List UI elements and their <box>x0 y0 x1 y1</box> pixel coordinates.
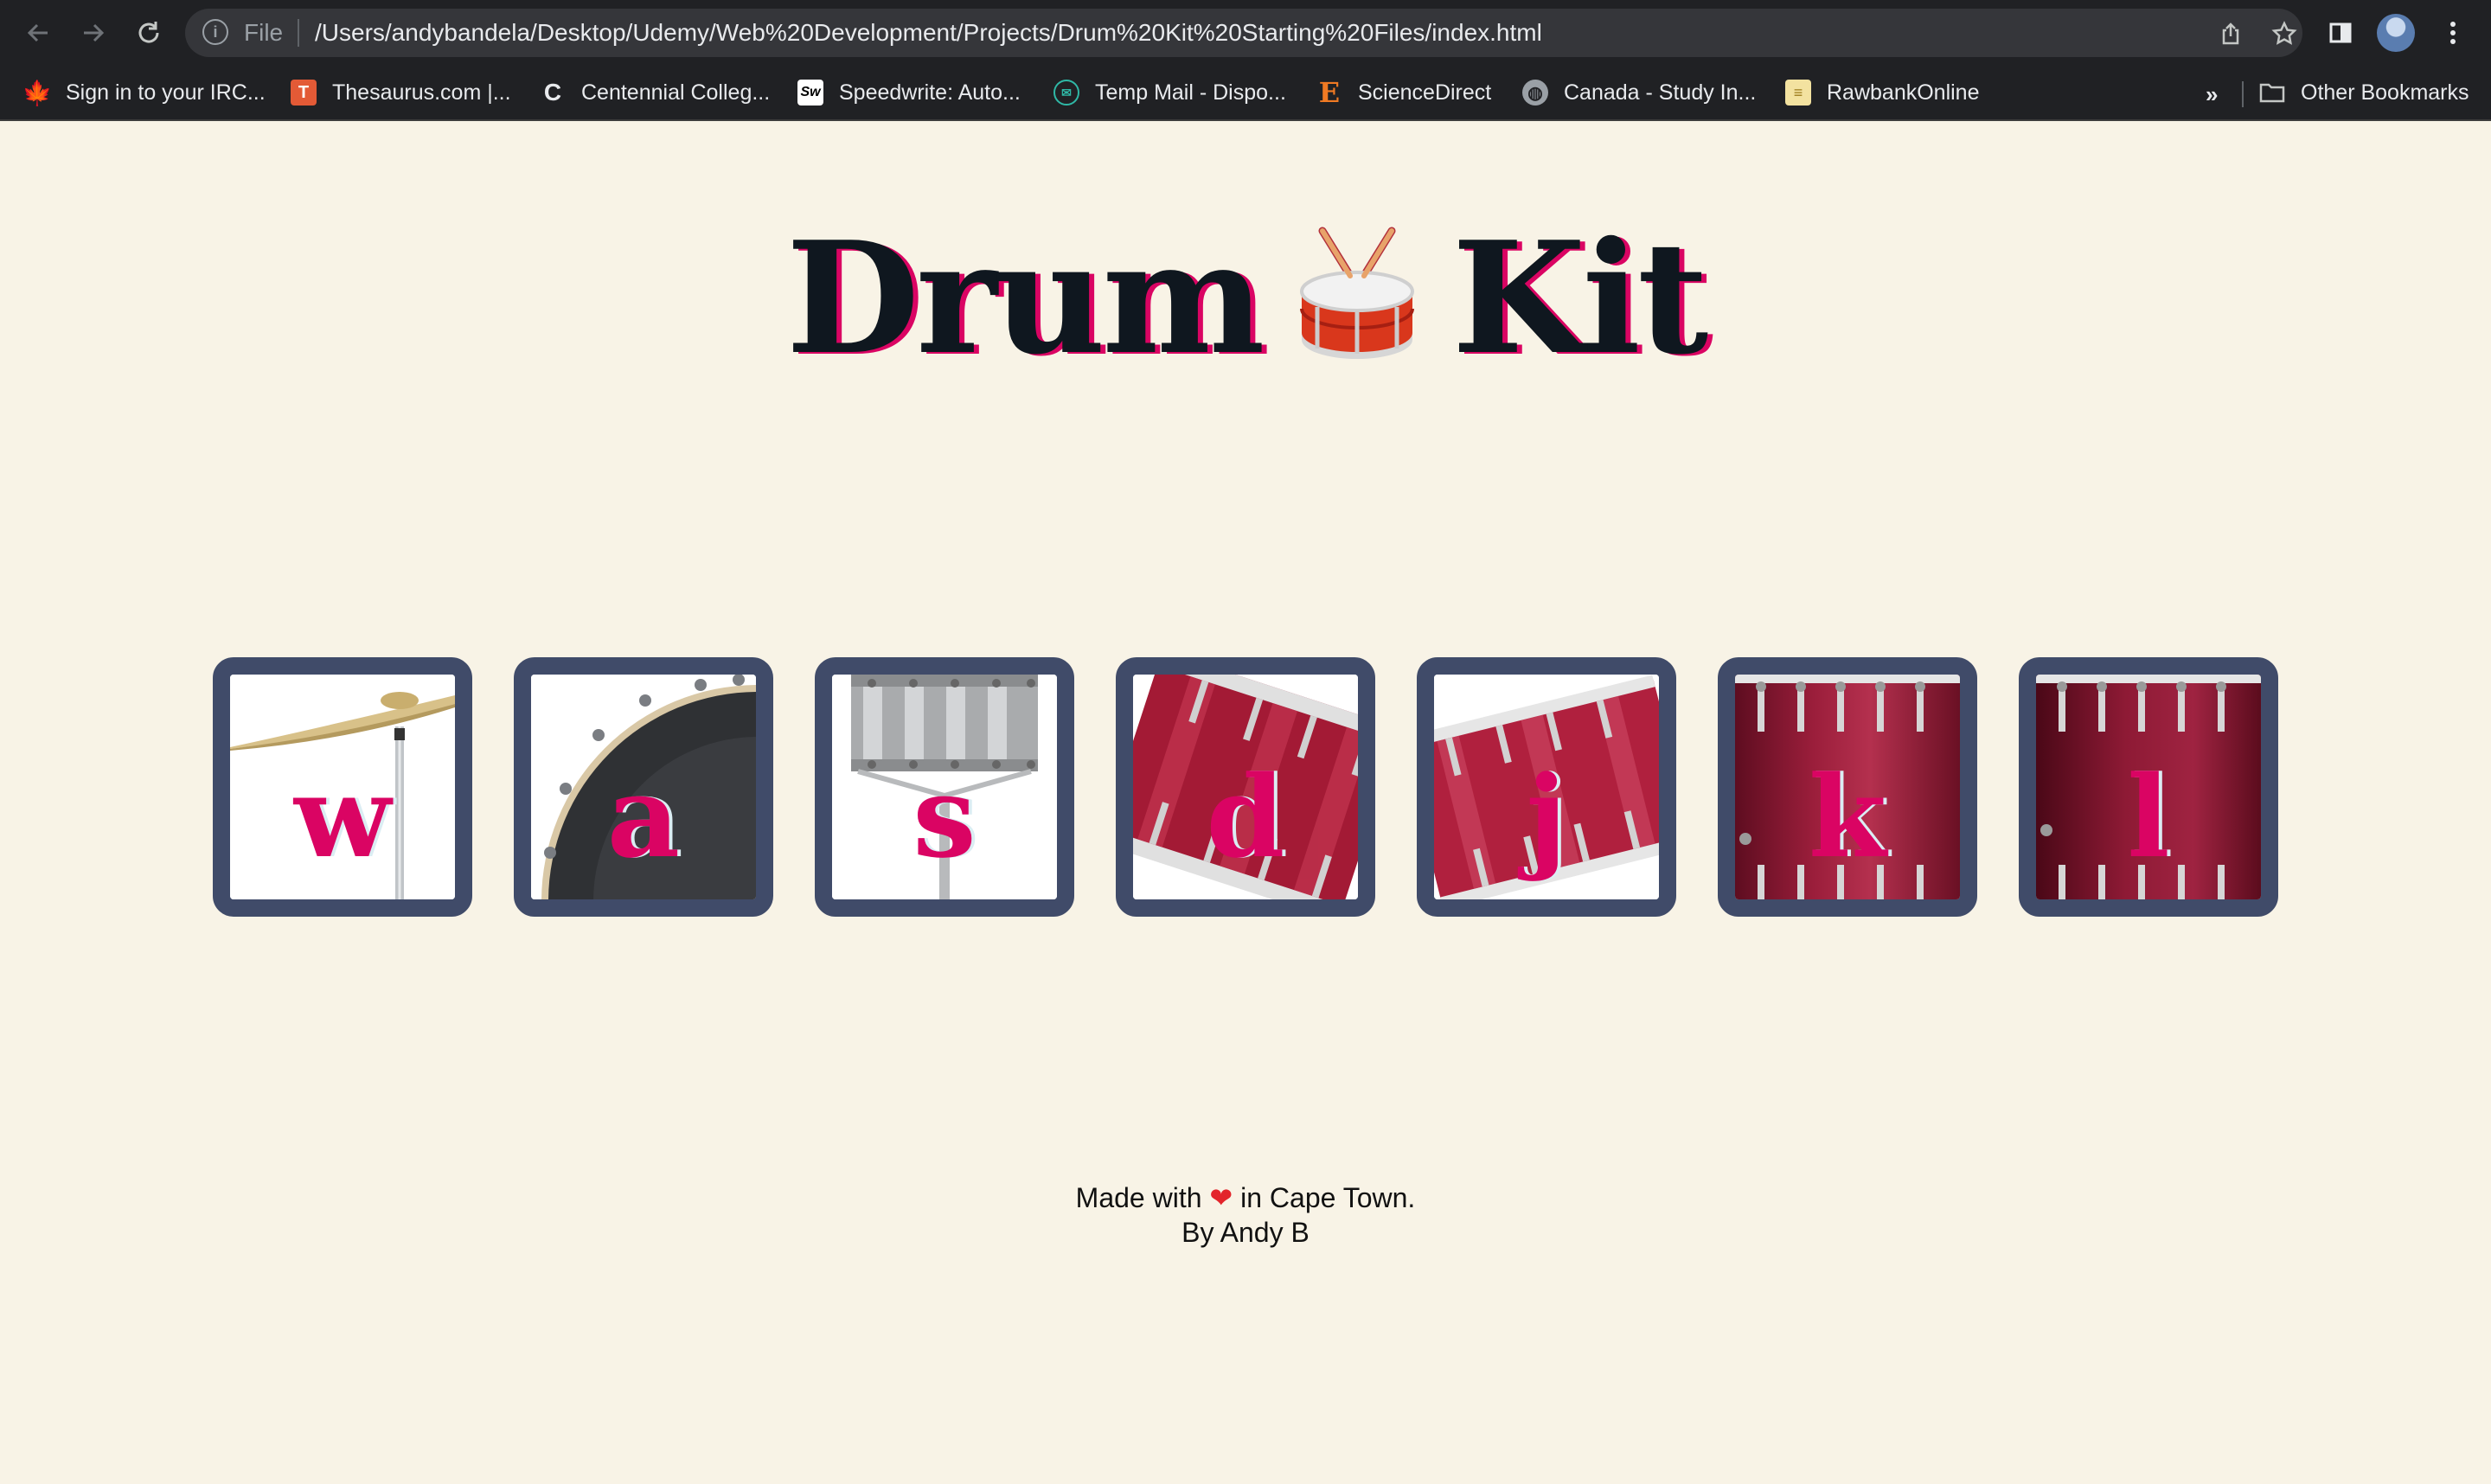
title-word-kit: Kit <box>1451 208 1709 388</box>
centennial-icon: C <box>543 79 562 106</box>
page-footer: Made with ❤ in Cape Town. By Andy B <box>0 1180 2491 1250</box>
speedwrite-icon: Sw <box>797 80 823 106</box>
back-arrow-icon <box>27 23 48 42</box>
drum-button-s[interactable]: s <box>815 657 1074 917</box>
url-separator <box>298 19 299 47</box>
bookmark-label: Centennial Colleg... <box>581 80 771 105</box>
share-icon[interactable] <box>2218 21 2244 47</box>
drum-key-label: j <box>1526 751 1567 883</box>
tempmail-icon: ✉ <box>1053 80 1079 106</box>
footer-line-1: Made with ❤ in Cape Town. <box>0 1180 2491 1215</box>
maple-leaf-icon: 🍁 <box>22 79 53 106</box>
bookmark-label: Thesaurus.com |... <box>332 80 511 105</box>
drum-key-label: s <box>913 751 977 883</box>
bookmarks-divider <box>2242 81 2244 107</box>
footer-made-with: Made with <box>1075 1182 1202 1213</box>
drum-icon <box>1297 221 1418 359</box>
bookmark-label: RawbankOnline <box>1827 80 1980 105</box>
drum-button-w[interactable]: w <box>213 657 472 917</box>
other-bookmarks-label: Other Bookmarks <box>2301 80 2469 105</box>
thesaurus-icon: T <box>291 80 317 106</box>
bookmark-item[interactable]: E ScienceDirect <box>1316 74 1491 111</box>
footer-location: in Cape Town. <box>1240 1182 1416 1213</box>
rawbank-icon: ≡ <box>1785 80 1811 106</box>
forward-button[interactable] <box>76 16 111 50</box>
bookmark-star-icon[interactable] <box>2271 21 2297 47</box>
back-button[interactable] <box>21 16 55 50</box>
bookmark-label: Temp Mail - Dispo... <box>1095 80 1286 105</box>
page-title: Drum Kit <box>0 212 2491 385</box>
drum-button-l[interactable]: l <box>2019 657 2278 917</box>
drum-button-d[interactable]: d <box>1116 657 1375 917</box>
bookmark-item[interactable]: Sw Speedwrite: Auto... <box>797 74 1021 111</box>
folder-icon <box>2259 80 2285 106</box>
url-scheme-label: File <box>244 19 284 46</box>
drum-button-k[interactable]: k <box>1718 657 1977 917</box>
reload-icon <box>138 22 159 43</box>
bookmark-item[interactable]: ◍ Canada - Study In... <box>1522 74 1756 111</box>
drum-set: w a s d j k l <box>0 657 2491 918</box>
bookmark-item[interactable]: ✉ Temp Mail - Dispo... <box>1053 74 1286 111</box>
drum-key-label: a <box>606 751 681 883</box>
bookmark-label: ScienceDirect <box>1358 80 1492 105</box>
side-panel-icon[interactable] <box>2323 16 2358 50</box>
drum-key-label: k <box>1808 751 1887 883</box>
browser-toolbar: i File /Users/andybandela/Desktop/Udemy/… <box>0 0 2491 66</box>
url-text[interactable]: /Users/andybandela/Desktop/Udemy/Web%20D… <box>315 20 1542 46</box>
bookmark-item[interactable]: T Thesaurus.com |... <box>291 74 511 111</box>
globe-icon: ◍ <box>1522 80 1548 106</box>
bookmark-item[interactable]: 🍁 Sign in to your IRC... <box>22 74 266 111</box>
drum-button-j[interactable]: j <box>1417 657 1676 917</box>
forward-arrow-icon <box>84 23 105 42</box>
drum-key-label: d <box>1206 751 1285 883</box>
title-word-drum: Drum <box>785 208 1265 388</box>
bookmarks-bar: 🍁 Sign in to your IRC... T Thesaurus.com… <box>0 66 2491 121</box>
heart-icon: ❤ <box>1209 1182 1233 1213</box>
bookmark-label: Speedwrite: Auto... <box>839 80 1021 105</box>
bookmark-item[interactable]: ≡ RawbankOnline <box>1785 74 1980 111</box>
bookmark-label: Sign in to your IRC... <box>66 80 266 105</box>
elsevier-icon: E <box>1318 76 1341 109</box>
site-info-icon[interactable]: i <box>202 19 228 45</box>
bookmark-label: Canada - Study In... <box>1564 80 1757 105</box>
profile-avatar[interactable] <box>2377 14 2415 52</box>
bookmarks-overflow-button[interactable]: » <box>2206 81 2218 108</box>
footer-author: By Andy B <box>1181 1217 1310 1248</box>
bookmark-item[interactable]: C Centennial Colleg... <box>540 74 770 111</box>
address-bar[interactable]: i File /Users/andybandela/Desktop/Udemy/… <box>185 9 2302 57</box>
other-bookmarks-folder[interactable]: Other Bookmarks <box>2259 74 2469 111</box>
drum-key-label: l <box>2127 751 2170 883</box>
kebab-menu-icon[interactable] <box>2436 16 2470 50</box>
drum-button-a[interactable]: a <box>514 657 773 917</box>
reload-button[interactable] <box>131 16 166 50</box>
drum-key-label: w <box>294 751 391 883</box>
